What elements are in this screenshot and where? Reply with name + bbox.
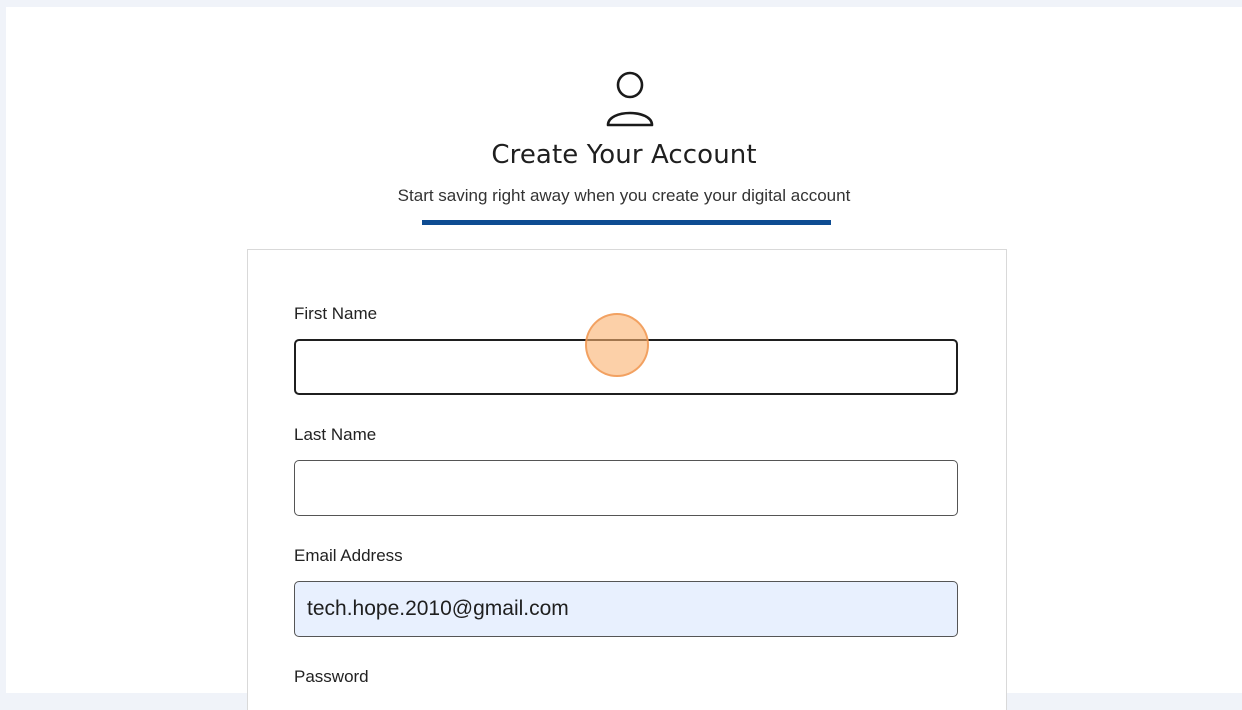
last-name-field[interactable]	[294, 460, 958, 516]
page-title: Create Your Account	[491, 140, 757, 170]
click-indicator	[585, 313, 649, 377]
page-subtitle: Start saving right away when you create …	[397, 186, 851, 205]
password-label: Password	[294, 667, 369, 686]
last-name-label: Last Name	[294, 425, 377, 444]
signup-page: Create Your Account Start saving right a…	[6, 7, 1242, 710]
email-field[interactable]: tech.hope.2010@gmail.com	[294, 581, 958, 637]
user-icon	[606, 71, 654, 127]
title-underline	[422, 220, 831, 225]
email-label: Email Address	[294, 546, 403, 565]
first-name-label: First Name	[294, 304, 378, 323]
